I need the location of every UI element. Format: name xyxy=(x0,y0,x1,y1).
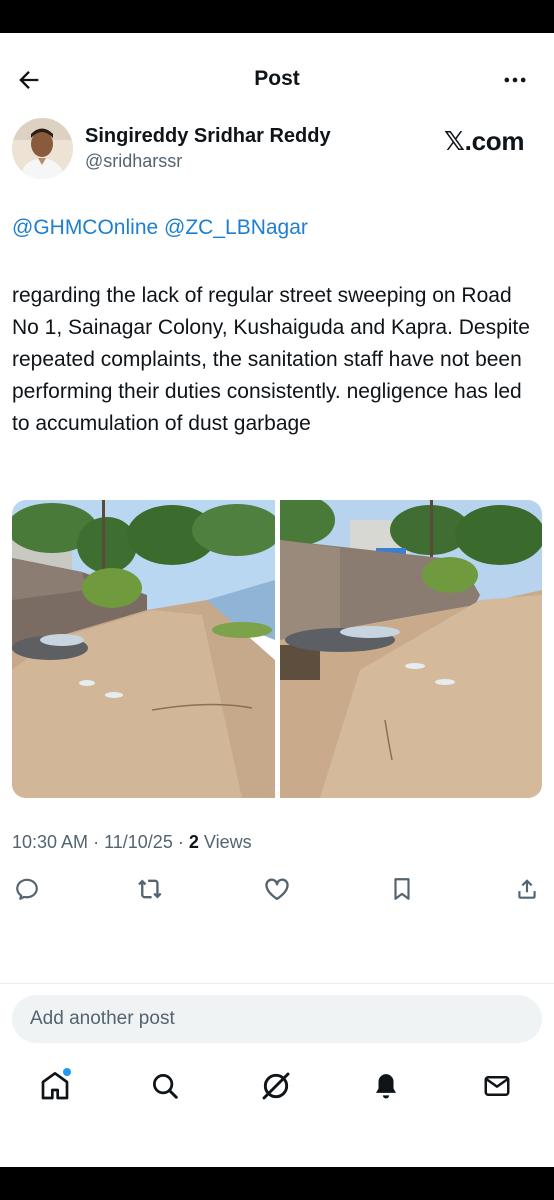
like-button[interactable] xyxy=(260,872,294,906)
page-title: Post xyxy=(254,67,300,90)
author-name[interactable]: Singireddy Sridhar Reddy xyxy=(85,125,331,148)
post-meta: 10:30 AM · 11/10/25 · 2 Views xyxy=(12,832,252,853)
post-photo-1[interactable] xyxy=(12,500,275,798)
nav-notifications[interactable] xyxy=(368,1068,404,1104)
post-time[interactable]: 10:30 AM xyxy=(12,832,88,852)
post-mentions: @GHMCOnline @ZC_LBNagar xyxy=(12,216,308,240)
repost-icon xyxy=(138,879,162,899)
nav-messages[interactable] xyxy=(479,1068,515,1104)
reply-input[interactable] xyxy=(12,995,542,1043)
reply-icon xyxy=(16,878,38,900)
mention-link[interactable]: @ZC_LBNagar xyxy=(164,216,308,239)
header: Post xyxy=(0,33,554,123)
bookmark-button[interactable] xyxy=(385,872,419,906)
more-dots-icon xyxy=(504,77,526,83)
author-avatar[interactable] xyxy=(12,118,73,179)
post-body: regarding the lack of regular street swe… xyxy=(12,284,530,435)
status-bar xyxy=(0,0,554,33)
meta-separator: · xyxy=(93,832,100,852)
meta-separator: · xyxy=(177,832,184,852)
views-count: 2 xyxy=(188,832,199,852)
share-button[interactable] xyxy=(510,872,544,906)
post-photo-2[interactable] xyxy=(280,500,542,798)
envelope-icon xyxy=(484,1076,510,1096)
share-icon xyxy=(518,879,536,899)
reply-composer xyxy=(12,995,542,1043)
nav-search[interactable] xyxy=(147,1068,183,1104)
divider xyxy=(0,983,554,984)
nav-home[interactable] xyxy=(37,1068,73,1104)
bell-icon xyxy=(376,1074,396,1099)
repost-button[interactable] xyxy=(134,872,168,906)
search-icon xyxy=(153,1074,178,1099)
mention-link[interactable]: @GHMCOnline xyxy=(12,216,158,239)
grok-icon xyxy=(262,1072,290,1100)
nav-grok[interactable] xyxy=(258,1068,294,1104)
system-bar xyxy=(0,1167,554,1200)
notification-dot xyxy=(63,1068,71,1076)
heart-icon xyxy=(265,878,289,901)
reply-button[interactable] xyxy=(10,872,44,906)
views-label: Views xyxy=(203,832,252,852)
post-date[interactable]: 11/10/25 xyxy=(104,832,173,852)
author-handle[interactable]: @sridharssr xyxy=(85,151,182,172)
bookmark-icon xyxy=(394,878,410,900)
more-options-button[interactable] xyxy=(498,63,532,97)
x-watermark: 𝕏.com xyxy=(444,126,525,156)
